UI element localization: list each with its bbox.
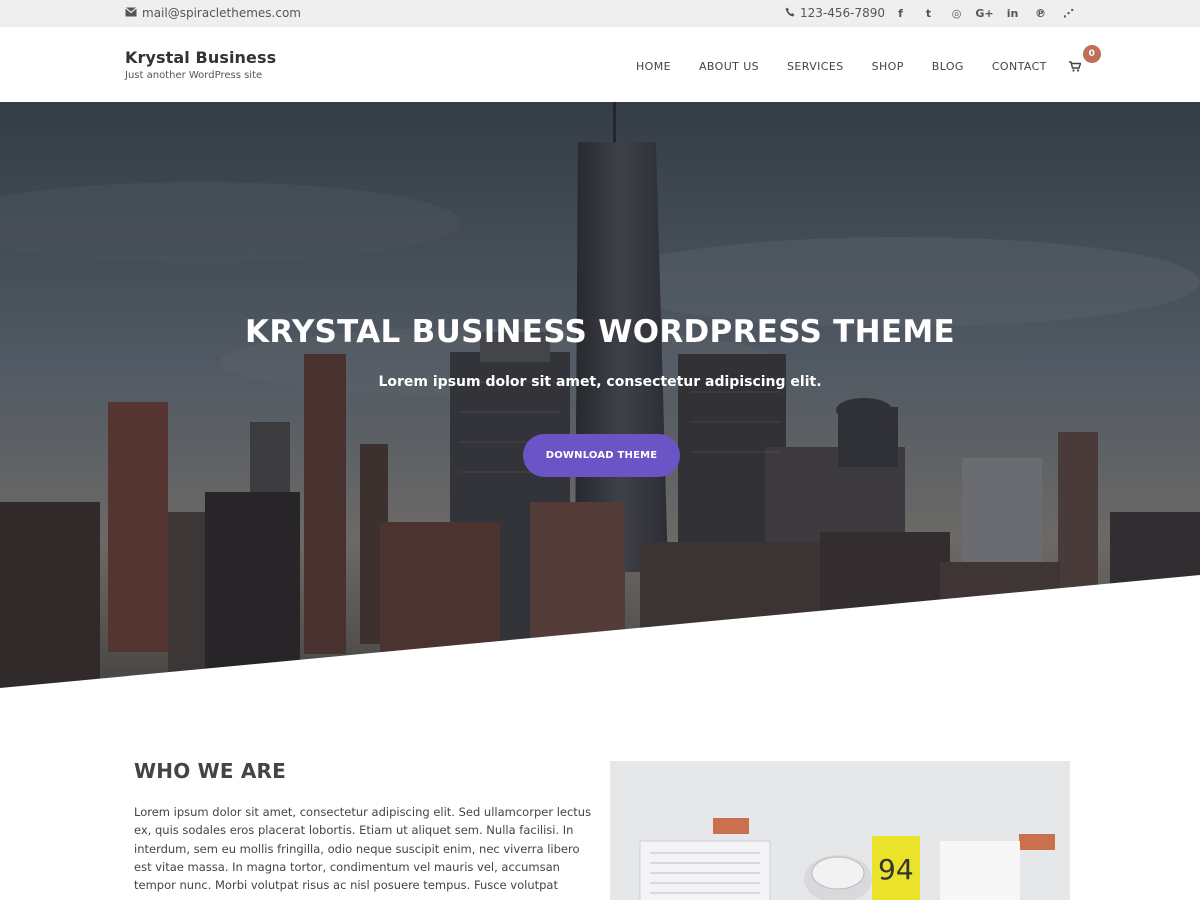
nav-item-shop[interactable]: SHOP: [872, 60, 904, 73]
nav-item-about-us[interactable]: ABOUT US: [699, 60, 759, 73]
who-we-are-heading: WHO WE ARE: [134, 759, 286, 783]
social-links: f t ◎ G+ in ℗ ⋰: [893, 5, 1076, 21]
office-photo: 94: [610, 761, 1070, 900]
shopping-cart-icon: [1068, 57, 1082, 76]
nav-item-contact[interactable]: CONTACT: [992, 60, 1047, 73]
pinterest-icon[interactable]: ℗: [1033, 5, 1048, 21]
instagram-icon[interactable]: ◎: [949, 5, 964, 21]
download-theme-button[interactable]: DOWNLOAD THEME: [523, 434, 680, 477]
linkedin-icon[interactable]: in: [1005, 5, 1020, 21]
facebook-icon[interactable]: f: [893, 5, 908, 21]
site-branding[interactable]: Krystal Business Just another WordPress …: [125, 48, 276, 81]
hero-banner: KRYSTAL BUSINESS WORDPRESS THEME Lorem i…: [0, 102, 1200, 688]
site-title[interactable]: Krystal Business: [125, 48, 276, 67]
hero-subtitle: Lorem ipsum dolor sit amet, consectetur …: [378, 374, 822, 390]
site-tagline: Just another WordPress site: [125, 70, 263, 81]
phone-text: 123-456-7890: [800, 6, 886, 20]
cart-button[interactable]: 0: [1068, 45, 1101, 76]
nav-item-blog[interactable]: BLOG: [932, 60, 964, 73]
main-navigation: HOME ABOUT US SERVICES SHOP BLOG CONTACT…: [636, 45, 1101, 76]
rss-icon[interactable]: ⋰: [1061, 5, 1076, 21]
nav-item-services[interactable]: SERVICES: [787, 60, 844, 73]
svg-text:94: 94: [878, 853, 914, 886]
cart-count-badge: 0: [1082, 45, 1101, 63]
contact-phone[interactable]: 123-456-7890: [785, 6, 885, 20]
contact-email[interactable]: mail@spiraclethemes.com: [125, 6, 301, 20]
hero-headline: KRYSTAL BUSINESS WORDPRESS THEME: [245, 314, 955, 350]
twitter-icon[interactable]: t: [921, 5, 936, 21]
top-bar: mail@spiraclethemes.com 123-456-7890 f t…: [0, 0, 1200, 27]
email-text: mail@spiraclethemes.com: [142, 6, 301, 20]
hero-slant-divider: [0, 575, 1200, 688]
phone-icon: [785, 6, 795, 20]
who-we-are-text: Lorem ipsum dolor sit amet, consectetur …: [134, 805, 592, 893]
google-plus-icon[interactable]: G+: [975, 5, 993, 21]
nav-item-home[interactable]: HOME: [636, 60, 671, 73]
envelope-icon: [125, 6, 137, 20]
site-header: Krystal Business Just another WordPress …: [0, 27, 1200, 102]
